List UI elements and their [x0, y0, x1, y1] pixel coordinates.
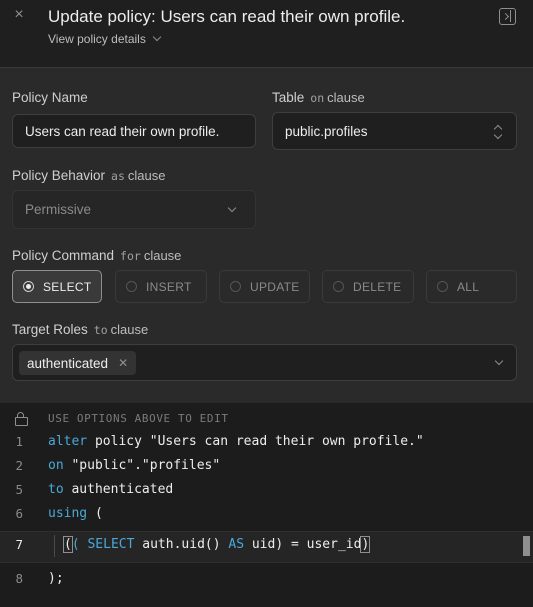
roles-clause: to clause	[93, 322, 149, 337]
sql-editor[interactable]: USE OPTIONS ABOVE TO EDIT 1 2 5 6 7 8 al…	[0, 403, 533, 607]
line-number: 6	[15, 506, 23, 521]
remove-role-icon[interactable]: ✕	[118, 356, 128, 370]
code-line-active: (( SELECT auth.uid() AS uid) = user_id)	[63, 536, 371, 553]
collapse-panel-icon[interactable]	[499, 8, 516, 25]
chevron-down-icon	[227, 203, 237, 213]
code-line: using (	[48, 506, 103, 521]
command-option-label: INSERT	[146, 279, 192, 294]
role-chip-label: authenticated	[27, 355, 109, 371]
radio-icon	[23, 281, 34, 292]
radio-icon	[126, 281, 137, 292]
line-number: 8	[15, 571, 23, 586]
target-roles-label: Target Roles to clause	[12, 322, 149, 337]
indent-guide	[54, 535, 55, 557]
table-value: public.profiles	[285, 123, 368, 139]
role-chip: authenticated ✕	[19, 351, 137, 375]
command-option-all[interactable]: ALL	[426, 270, 517, 303]
command-option-insert[interactable]: INSERT	[115, 270, 207, 303]
table-clause: on clause	[310, 90, 365, 105]
code-line: to authenticated	[48, 482, 174, 497]
policy-command-label: Policy Command for clause	[12, 248, 182, 263]
radio-icon	[333, 281, 344, 292]
scrollbar-thumb[interactable]	[523, 536, 530, 556]
lock-icon	[15, 412, 28, 426]
chevron-down-icon	[152, 32, 162, 42]
command-option-select[interactable]: SELECT	[12, 270, 102, 303]
policy-name-input[interactable]: Users can read their own profile.	[12, 114, 256, 148]
table-select[interactable]: public.profiles	[272, 112, 517, 150]
view-policy-details-label: View policy details	[48, 32, 146, 46]
line-number: 5	[15, 482, 23, 497]
target-roles-select[interactable]: authenticated ✕	[12, 344, 517, 381]
command-option-label: ALL	[457, 279, 480, 294]
panel-header: × Update policy: Users can read their ow…	[0, 0, 533, 68]
command-option-label: SELECT	[43, 279, 92, 294]
radio-icon	[437, 281, 448, 292]
code-line: );	[48, 571, 64, 586]
command-option-label: UPDATE	[250, 279, 300, 294]
command-clause: for clause	[120, 248, 182, 263]
policy-behavior-select[interactable]: Permissive	[12, 190, 256, 229]
radio-icon	[230, 281, 241, 292]
view-policy-details-toggle[interactable]: View policy details	[48, 32, 162, 46]
table-label: Table on clause	[272, 90, 365, 105]
chevron-updown-icon	[494, 125, 502, 139]
editor-readonly-hint: USE OPTIONS ABOVE TO EDIT	[48, 412, 229, 425]
behavior-clause: as clause	[111, 168, 166, 183]
chevron-down-icon[interactable]	[494, 356, 504, 366]
code-line: on "public"."profiles"	[48, 458, 221, 473]
policy-behavior-label: Policy Behavior as clause	[12, 168, 166, 183]
command-option-label: DELETE	[353, 279, 402, 294]
code-line: alter policy "Users can read their own p…	[48, 434, 424, 449]
policy-name-value: Users can read their own profile.	[25, 123, 220, 139]
policy-behavior-value: Permissive	[25, 202, 92, 217]
line-number: 1	[15, 434, 23, 449]
command-option-delete[interactable]: DELETE	[322, 270, 414, 303]
command-option-update[interactable]: UPDATE	[219, 270, 310, 303]
close-icon[interactable]: ×	[12, 7, 26, 23]
line-number: 7	[15, 537, 23, 552]
page-title: Update policy: Users can read their own …	[48, 7, 406, 26]
policy-name-label: Policy Name	[12, 90, 88, 105]
line-number: 2	[15, 458, 23, 473]
